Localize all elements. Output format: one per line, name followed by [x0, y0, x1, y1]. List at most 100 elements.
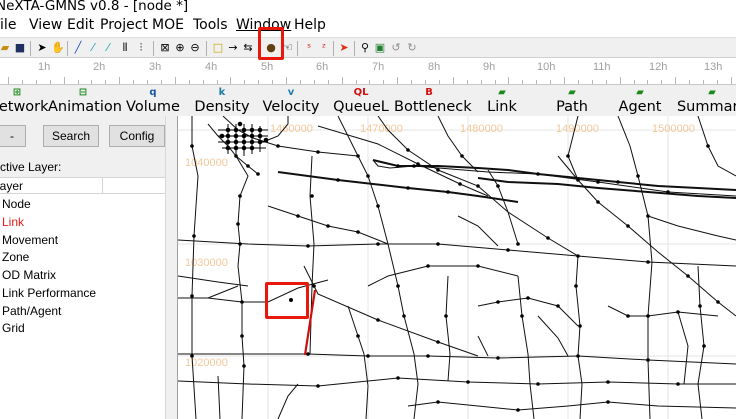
network-icon: ⊞ [12, 87, 22, 98]
menu-edit[interactable]: Edit [67, 17, 94, 33]
create-node-icon[interactable]: ● [264, 41, 278, 55]
time-tick [647, 80, 649, 84]
time-tick [675, 77, 677, 84]
layer-item-link[interactable]: Link [2, 215, 24, 230]
tab-label: Agent [618, 99, 662, 115]
layer-item-node[interactable]: Node [2, 197, 31, 212]
tab-queuel[interactable]: QL QueueL [333, 86, 389, 115]
origin-zone-icon[interactable]: ˢ [302, 41, 316, 55]
layer-item-zone[interactable]: Zone [2, 250, 29, 265]
move-node-icon[interactable]: ⁄ [86, 41, 100, 55]
split-link-icon[interactable]: ⫴ [118, 41, 132, 55]
menu-window[interactable]: Window [236, 17, 291, 33]
hand-drag-icon[interactable]: ☜ [281, 41, 295, 55]
title-bar: NeXTA-GMNS v0.8 - [node *] [0, 0, 736, 17]
time-tick [202, 80, 204, 84]
redo-icon[interactable]: ↻ [405, 41, 419, 55]
menu-project[interactable]: Project [100, 17, 148, 33]
layer-item-od-matrix[interactable]: OD Matrix [2, 268, 56, 283]
menu-file[interactable]: File [0, 17, 16, 33]
tab-velocity[interactable]: v Velocity [261, 86, 321, 115]
network-map-view[interactable]: 1460000 1470000 1480000 1490000 1500000 … [178, 116, 736, 419]
layer-item-movement[interactable]: Movement [2, 233, 58, 248]
x-coord-label: 1460000 [270, 123, 313, 135]
tab-density[interactable]: k Density [192, 86, 252, 115]
draw-zone-icon[interactable]: ⁄ [101, 41, 115, 55]
time-tick [369, 80, 371, 84]
path-icon[interactable]: ➤ [337, 41, 351, 55]
collapse-button[interactable]: - [0, 125, 26, 147]
time-tick [216, 80, 218, 84]
time-tick [21, 80, 23, 84]
rectangle-select-icon[interactable]: □ [211, 41, 225, 55]
menu-moe[interactable]: MOE [152, 17, 184, 33]
time-tick [63, 77, 65, 84]
menu-view[interactable]: View [29, 17, 62, 33]
search-button[interactable]: Search [43, 125, 99, 147]
time-tick [536, 80, 538, 84]
layer-item-grid[interactable]: Grid [2, 321, 25, 336]
destination-zone-icon[interactable]: ᶻ [317, 41, 331, 55]
window-title: NeXTA-GMNS v0.8 - [node *] [0, 0, 189, 14]
undo-icon[interactable]: ↺ [389, 41, 403, 55]
bidirectional-icon[interactable]: ⇆ [241, 41, 255, 55]
split-link-icon-2[interactable]: ⫶ [134, 41, 148, 55]
x-coord-label: 1490000 [556, 123, 599, 135]
hand-pan-icon[interactable]: ✋ [51, 41, 65, 55]
layer-item-path-agent[interactable]: Path/Agent [2, 304, 61, 319]
open-folder-icon[interactable]: ▰ [0, 41, 12, 55]
time-tick [411, 80, 413, 84]
time-label: 12h [649, 61, 668, 73]
tab-network[interactable]: ⊞ Network [0, 86, 49, 115]
toolbar-separator [333, 41, 334, 56]
link-icon: ▰ [498, 87, 506, 98]
major-corridors[interactable] [277, 159, 736, 203]
dense-node-cluster[interactable] [218, 121, 269, 156]
time-tick [480, 80, 482, 84]
time-ruler[interactable]: 1h 2h 3h 4h 5h 6h 7h 8h 9h 10h 11h 12h 1… [0, 58, 736, 85]
tab-path[interactable]: ▰ Path [550, 86, 594, 115]
network-links[interactable] [178, 116, 736, 419]
agent-icon: ▰ [636, 87, 644, 98]
time-tick [105, 80, 107, 84]
save-icon[interactable]: ■ [13, 41, 27, 55]
time-tick [286, 77, 287, 84]
coordinate-labels: 1460000 1470000 1480000 1490000 1500000 … [185, 123, 695, 369]
new-node-marker[interactable] [289, 298, 293, 302]
time-tick [299, 80, 301, 84]
volume-icon: q [149, 87, 157, 98]
layer-list-header[interactable]: Layer [0, 177, 165, 194]
zoom-out-icon[interactable]: ⊖ [188, 41, 202, 55]
tab-bottleneck[interactable]: B Bottleneck [394, 86, 472, 115]
time-tick [230, 77, 232, 84]
draw-link-icon[interactable]: ╱ [71, 41, 85, 55]
select-arrow-icon[interactable]: ➤ [35, 41, 49, 55]
time-label: 2h [93, 61, 106, 73]
toolbar-separator [297, 41, 298, 56]
panel-splitter[interactable] [165, 116, 178, 419]
export-icon[interactable]: ▣ [373, 41, 387, 55]
toolbar-separator [67, 41, 68, 56]
search-icon[interactable]: ⚲ [358, 41, 372, 55]
y-coord-label: 1020000 [185, 357, 228, 369]
tab-volume[interactable]: q Volume [124, 86, 182, 115]
tab-agent[interactable]: ▰ Agent [614, 86, 666, 115]
zoom-extent-icon[interactable]: ⊠ [158, 41, 172, 55]
layer-item-link-performance[interactable]: Link Performance [2, 286, 96, 301]
menu-help[interactable]: Help [294, 17, 326, 33]
tab-animation[interactable]: ⊟ Animation [48, 86, 122, 115]
menu-tools[interactable]: Tools [193, 17, 228, 33]
time-tick [8, 77, 9, 84]
network-map[interactable]: 1460000 1470000 1480000 1490000 1500000 … [178, 116, 736, 419]
tab-label: Volume [126, 99, 180, 115]
config-button[interactable]: Config [109, 125, 165, 147]
time-tick [383, 80, 385, 84]
active-layer-title: Active Layer: [0, 156, 165, 177]
arrow-right-icon[interactable]: → [226, 41, 240, 55]
tab-link[interactable]: ▰ Link [480, 86, 524, 115]
menu-bar: File View Edit Project MOE Tools Window … [0, 17, 736, 37]
time-tick [91, 80, 93, 84]
time-tick [160, 80, 162, 84]
zoom-in-icon[interactable]: ⊕ [173, 41, 187, 55]
tab-summary[interactable]: ▰ Summary [676, 86, 736, 115]
